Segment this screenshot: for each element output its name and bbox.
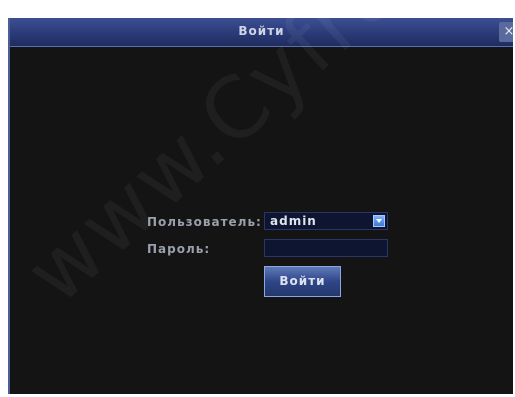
close-icon[interactable]: × — [499, 22, 513, 42]
login-dialog: Войти × www.Cyfron.ru Пользователь: admi… — [8, 18, 513, 394]
chevron-down-icon[interactable] — [373, 215, 385, 227]
user-label: Пользователь: — [147, 215, 262, 229]
login-button[interactable]: Войти — [264, 266, 341, 297]
dialog-body: www.Cyfron.ru Пользователь: admin Пароль… — [10, 18, 513, 394]
password-label: Пароль: — [147, 242, 211, 256]
watermark: www.Cyfron.ru — [8, 18, 513, 323]
password-field[interactable] — [264, 239, 388, 257]
user-select[interactable]: admin — [264, 212, 388, 230]
user-value: admin — [270, 214, 317, 228]
